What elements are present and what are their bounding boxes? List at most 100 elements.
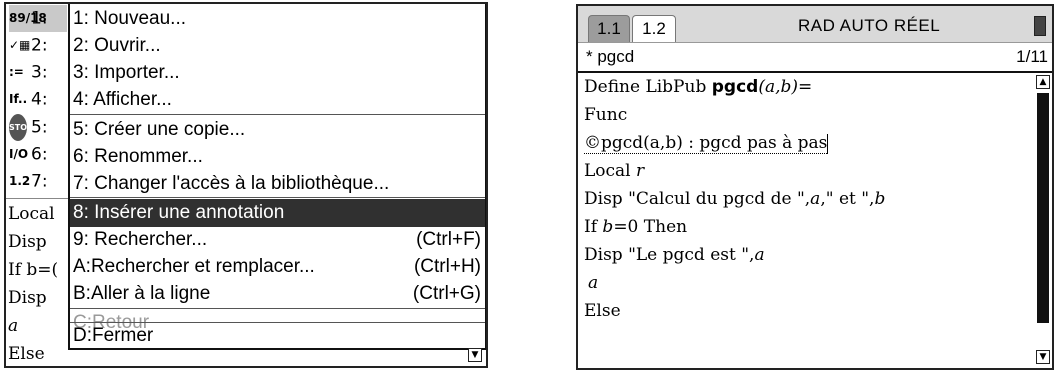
if-control-icon: If.. [9,92,28,106]
stop-icon: STOP [9,114,33,141]
mode-indicator: RAD AUTO RÉEL [798,16,941,35]
menu-item-find[interactable]: 9: Rechercher... (Ctrl+F) [70,226,485,254]
menu-item-insert-comment[interactable]: 8: Insérer une annotation [70,199,485,227]
battery-icon [1034,16,1046,36]
menu-category-define[interactable]: := 3: [9,59,67,86]
code-line[interactable]: a [584,269,598,297]
menu-item-open[interactable]: 2: Ouvrir... [70,32,485,60]
menu-item-label: 1: Nouveau... [73,8,187,29]
code-line[interactable]: Func [584,101,627,129]
menu-item-shortcut: (Ctrl+G) [412,283,481,304]
menu-item-view[interactable]: 4: Afficher... [70,86,485,114]
code-text: ," et ", [820,189,875,209]
code-line[interactable]: Local r [584,157,644,185]
code-keyword: Else [584,301,621,321]
code-comment: ©pgcd(a,b) : pgcd pas à pas [584,133,828,154]
actions-submenu: 1: Nouveau... 2: Ouvrir... 3: Importer..… [68,4,486,350]
line-indicator: 1/11 [1016,47,1048,66]
define-icon: := [9,65,24,79]
menu-item-label: 2: Ouvrir... [73,35,161,56]
mode-icon: 1.2 [9,174,31,188]
menu-divider [70,114,485,115]
tab-page-1-2[interactable]: 1.2 [632,15,676,42]
menu-item-label: B:Aller à la ligne [73,283,211,304]
menu-category-number: 4: [31,89,48,110]
menu-item-create-copy[interactable]: 5: Créer une copie... [70,116,485,144]
code-line[interactable]: Else [584,297,621,325]
code-variable: b [602,217,614,237]
code-keyword: Func [584,105,628,125]
menu-category-mode[interactable]: 1.27: [9,168,67,195]
right-calculator-screen: 1.1 1.2 RAD AUTO RÉEL * pgcd 1/11 Define… [576,4,1054,370]
menu-category-io[interactable]: I/O 6: [9,141,67,168]
menu-item-find-replace[interactable]: A:Rechercher et remplacer... (Ctrl+H) [70,253,485,281]
menu-category-transfers[interactable]: STOP5: [9,114,67,141]
menu-item-library-access[interactable]: 7: Changer l'accès à la bibliothèque... [70,170,485,198]
code-variable: a [588,273,599,293]
menu-category-actions[interactable]: 89/181: [9,5,67,32]
code-keyword: Local [584,161,637,181]
code-text: = [798,77,813,97]
code-line-comment[interactable]: ©pgcd(a,b) : pgcd pas à pas [584,129,829,157]
menu-item-close[interactable]: D:Fermer [70,323,485,347]
scroll-up-arrow-icon[interactable]: ▲ [1036,75,1050,89]
menu-category-number: 3: [31,62,48,83]
scroll-down-arrow-icon[interactable]: ▼ [1036,350,1050,364]
background-line: a [8,316,19,336]
code-keyword: If [584,217,603,237]
menu-item-label: 7: Changer l'accès à la bibliothèque... [73,173,390,194]
menu-item-label: A:Rechercher et remplacer... [73,256,315,277]
code-text: Disp "Calcul du pgcd de ", [584,189,811,209]
menu-category-number: 6: [31,144,48,165]
code-text: =0 Then [613,217,688,237]
tab-page-1-1[interactable]: 1.1 [588,15,630,42]
menu-item-new[interactable]: 1: Nouveau... [70,5,485,33]
menu-category-number: 2: [31,35,48,56]
background-line: Local [8,204,55,224]
menu-item-shortcut: (Ctrl+F) [416,229,481,250]
document-toolbar: 1.1 1.2 RAD AUTO RÉEL [578,6,1052,43]
scroll-down-arrow-icon[interactable]: ▼ [468,348,482,362]
menu-item-label: D:Fermer [73,325,154,346]
menu-item-go-to-line[interactable]: B:Aller à la ligne (Ctrl+G) [70,280,485,308]
background-line: Disp [8,232,47,252]
menu-category-number: 7: [31,171,48,192]
function-args: (a,b) [758,77,799,97]
io-icon: I/O [9,147,29,161]
menu-item-label: 4: Afficher... [73,89,172,110]
background-line: Disp [8,288,47,308]
left-calculator-screen: Local Disp If b=( Disp a Else 89/181: ✓▦… [4,2,488,368]
menu-item-label: 3: Importer... [73,62,180,83]
program-title-bar: * pgcd 1/11 [578,43,1052,73]
code-line[interactable]: Define LibPub pgcd(a,b)= [584,73,812,101]
menu-category-number: 1: [31,8,48,29]
code-variable: a [810,189,821,209]
code-text: Disp "Le pgcd est ", [584,245,755,265]
code-variable: a [754,245,765,265]
menu-item-import[interactable]: 3: Importer... [70,59,485,87]
code-variable: b [874,189,886,209]
code-keyword: Define LibPub [584,77,712,97]
menu-item-rename[interactable]: 6: Renommer... [70,143,485,171]
menu-divider [70,197,485,198]
program-editor[interactable]: Define LibPub pgcd(a,b)= Func ©pgcd(a,b)… [578,73,1034,368]
fraction-icon: 89/18 [9,11,47,25]
background-line: If b=( [8,260,59,280]
code-line[interactable]: Disp "Le pgcd est ",a [584,241,765,269]
menu-category-check[interactable]: ✓▦2: [9,32,67,59]
menu-item-shortcut: (Ctrl+H) [413,256,481,277]
function-name: pgcd [711,77,759,97]
menu-category-control[interactable]: If.. 4: [9,86,67,113]
menu-category-number: 5: [31,117,48,138]
menu-item-label: 9: Rechercher... [73,229,208,250]
check-syntax-icon: ✓▦ [9,38,31,52]
code-line[interactable]: If b=0 Then [584,213,687,241]
scrollbar-thumb[interactable] [1037,93,1049,323]
code-line[interactable]: Disp "Calcul du pgcd de ",a," et ",b [584,185,885,213]
background-line: Else [8,344,45,364]
code-variable: r [636,161,645,181]
text-cursor [827,133,829,154]
editor-scrollbar[interactable]: ▲ ▼ [1036,75,1050,364]
top-level-menu: 89/181: ✓▦2: := 3: If.. 4: STOP5: I/O 6: 1.… [6,4,69,199]
program-name: * pgcd [586,47,635,66]
